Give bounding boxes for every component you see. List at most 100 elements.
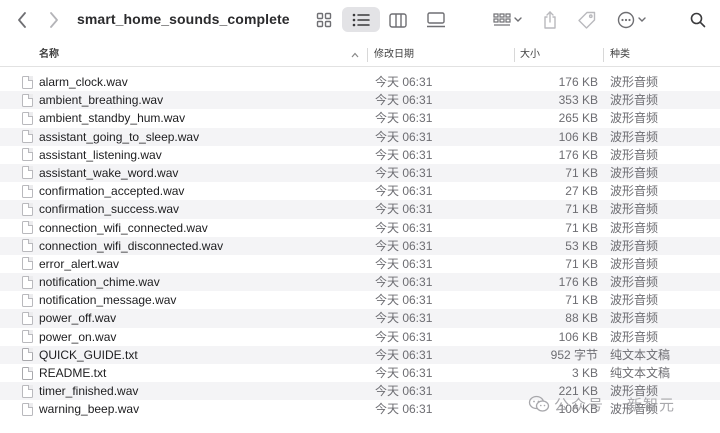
file-name: timer_finished.wav bbox=[39, 384, 139, 399]
list-view-button[interactable] bbox=[342, 0, 380, 40]
file-row[interactable]: power_on.wav 今天 06:31 106 KB 波形音频 bbox=[0, 328, 720, 346]
file-name: assistant_wake_word.wav bbox=[39, 165, 179, 180]
column-header-kind[interactable]: 种类 bbox=[610, 43, 630, 67]
file-row[interactable]: connection_wifi_connected.wav 今天 06:31 71 … bbox=[0, 219, 720, 237]
audio-file-icon bbox=[22, 166, 33, 180]
tag-button[interactable] bbox=[574, 0, 600, 40]
file-row[interactable]: ambient_breathing.wav 今天 06:31 353 KB 波形音频 bbox=[0, 91, 720, 110]
file-size: 265 KB bbox=[558, 111, 598, 126]
file-kind: 波形音频 bbox=[610, 202, 659, 217]
file-row[interactable]: alarm_clock.wav 今天 06:31 176 KB 波形音频 bbox=[0, 73, 720, 91]
file-size: 71 KB bbox=[565, 256, 598, 271]
file-row[interactable]: README.txt 今天 06:31 3 KB 纯文本文稿 bbox=[0, 364, 720, 382]
list-view-icon bbox=[352, 13, 370, 27]
file-kind: 波形音频 bbox=[610, 293, 659, 308]
file-date: 今天 06:31 bbox=[375, 402, 433, 417]
watermark: 公众号 新智元 bbox=[528, 392, 675, 416]
file-size: 71 KB bbox=[565, 293, 598, 308]
file-row[interactable]: assistant_wake_word.wav 今天 06:31 71 KB 波形音频 bbox=[0, 163, 720, 183]
file-date: 今天 06:31 bbox=[375, 184, 433, 199]
file-kind: 波形音频 bbox=[610, 165, 659, 180]
file-row[interactable]: power_off.wav 今天 06:31 88 KB 波形音频 bbox=[0, 309, 720, 328]
file-size: 176 KB bbox=[558, 147, 598, 162]
column-view-button[interactable] bbox=[384, 0, 412, 40]
file-kind: 波形音频 bbox=[610, 129, 659, 144]
file-row[interactable]: assistant_listening.wav 今天 06:31 176 KB 波形音… bbox=[0, 146, 720, 164]
file-date: 今天 06:31 bbox=[375, 366, 433, 380]
file-size: 952 字节 bbox=[550, 347, 598, 362]
column-divider[interactable] bbox=[514, 48, 515, 62]
file-name: alarm_clock.wav bbox=[39, 75, 128, 89]
audio-file-icon bbox=[22, 221, 33, 234]
audio-file-icon bbox=[22, 239, 33, 253]
file-kind: 波形音频 bbox=[610, 184, 659, 199]
column-header-date[interactable]: 修改日期 bbox=[374, 43, 414, 67]
file-name: QUICK_GUIDE.txt bbox=[39, 347, 138, 362]
file-size: 88 KB bbox=[565, 311, 598, 326]
ellipsis-circle-icon bbox=[617, 11, 646, 29]
more-actions-button[interactable] bbox=[612, 0, 652, 40]
file-date: 今天 06:31 bbox=[375, 202, 433, 217]
file-size: 27 KB bbox=[565, 184, 598, 199]
file-name: confirmation_accepted.wav bbox=[39, 184, 185, 199]
watermark-text-2: 新智元 bbox=[627, 396, 676, 414]
column-header-size[interactable]: 大小 bbox=[520, 43, 540, 67]
file-name: connection_wifi_connected.wav bbox=[39, 220, 208, 235]
forward-button[interactable] bbox=[42, 0, 66, 40]
audio-file-icon bbox=[22, 311, 33, 325]
file-row[interactable]: connection_wifi_disconnected.wav 今天 06:31… bbox=[0, 236, 720, 255]
file-name: README.txt bbox=[39, 366, 107, 380]
column-header-name[interactable]: 名称 bbox=[39, 43, 59, 67]
search-button[interactable] bbox=[686, 0, 710, 40]
finder-toolbar: smart_home_sounds_complete bbox=[0, 0, 720, 40]
share-button[interactable] bbox=[539, 0, 561, 40]
gallery-view-button[interactable] bbox=[420, 0, 452, 40]
file-name: power_off.wav bbox=[39, 311, 117, 326]
file-name: ambient_standby_hum.wav bbox=[39, 111, 186, 126]
icon-view-button[interactable] bbox=[310, 0, 338, 40]
file-row[interactable]: confirmation_success.wav 今天 06:31 71 KB 波形音… bbox=[0, 200, 720, 219]
file-row[interactable]: notification_chime.wav 今天 06:31 176 KB 波形音频 bbox=[0, 273, 720, 292]
file-date: 今天 06:31 bbox=[375, 93, 433, 108]
audio-file-icon bbox=[22, 93, 33, 107]
file-name: ambient_breathing.wav bbox=[39, 93, 164, 108]
audio-file-icon bbox=[22, 402, 33, 416]
file-size: 71 KB bbox=[565, 165, 598, 180]
file-kind: 波形音频 bbox=[610, 93, 659, 108]
file-date: 今天 06:31 bbox=[375, 256, 433, 271]
file-row[interactable]: notification_message.wav 今天 06:31 71 KB 波形音… bbox=[0, 291, 720, 309]
file-name: assistant_listening.wav bbox=[39, 147, 162, 162]
file-name: connection_wifi_disconnected.wav bbox=[39, 238, 224, 253]
file-date: 今天 06:31 bbox=[375, 75, 433, 89]
file-size: 106 KB bbox=[558, 129, 598, 144]
file-row[interactable]: confirmation_accepted.wav 今天 06:31 27 KB 波形… bbox=[0, 182, 720, 200]
file-kind: 波形音频 bbox=[610, 220, 659, 235]
text-file-icon bbox=[22, 366, 33, 380]
file-row[interactable]: ambient_standby_hum.wav 今天 06:31 265 KB 波形音… bbox=[0, 109, 720, 127]
file-date: 今天 06:31 bbox=[375, 238, 433, 253]
file-date: 今天 06:31 bbox=[375, 347, 433, 362]
gallery-view-icon bbox=[427, 12, 445, 28]
file-date: 今天 06:31 bbox=[375, 329, 433, 344]
file-row[interactable]: QUICK_GUIDE.txt 今天 06:31 952 字节 纯文本文稿 bbox=[0, 345, 720, 364]
file-name: error_alert.wav bbox=[39, 256, 120, 271]
file-row[interactable]: assistant_going_to_sleep.wav 今天 06:31 106 … bbox=[0, 127, 720, 146]
sort-chevron-icon[interactable] bbox=[351, 43, 359, 67]
file-size: 106 KB bbox=[558, 329, 598, 344]
file-kind: 波形音频 bbox=[610, 275, 659, 290]
audio-file-icon bbox=[22, 202, 33, 216]
audio-file-icon bbox=[22, 130, 33, 144]
column-divider[interactable] bbox=[367, 48, 368, 62]
file-row[interactable]: error_alert.wav 今天 06:31 71 KB 波形音频 bbox=[0, 255, 720, 273]
text-file-icon bbox=[22, 348, 33, 362]
back-button[interactable] bbox=[10, 0, 34, 40]
group-icon bbox=[493, 13, 522, 26]
group-by-button[interactable] bbox=[488, 0, 528, 40]
file-date: 今天 06:31 bbox=[375, 165, 433, 180]
file-date: 今天 06:31 bbox=[375, 293, 433, 308]
file-date: 今天 06:31 bbox=[375, 129, 433, 144]
file-name: notification_message.wav bbox=[39, 293, 177, 308]
file-size: 3 KB bbox=[571, 366, 598, 380]
audio-file-icon bbox=[22, 275, 33, 289]
column-divider[interactable] bbox=[603, 48, 604, 62]
